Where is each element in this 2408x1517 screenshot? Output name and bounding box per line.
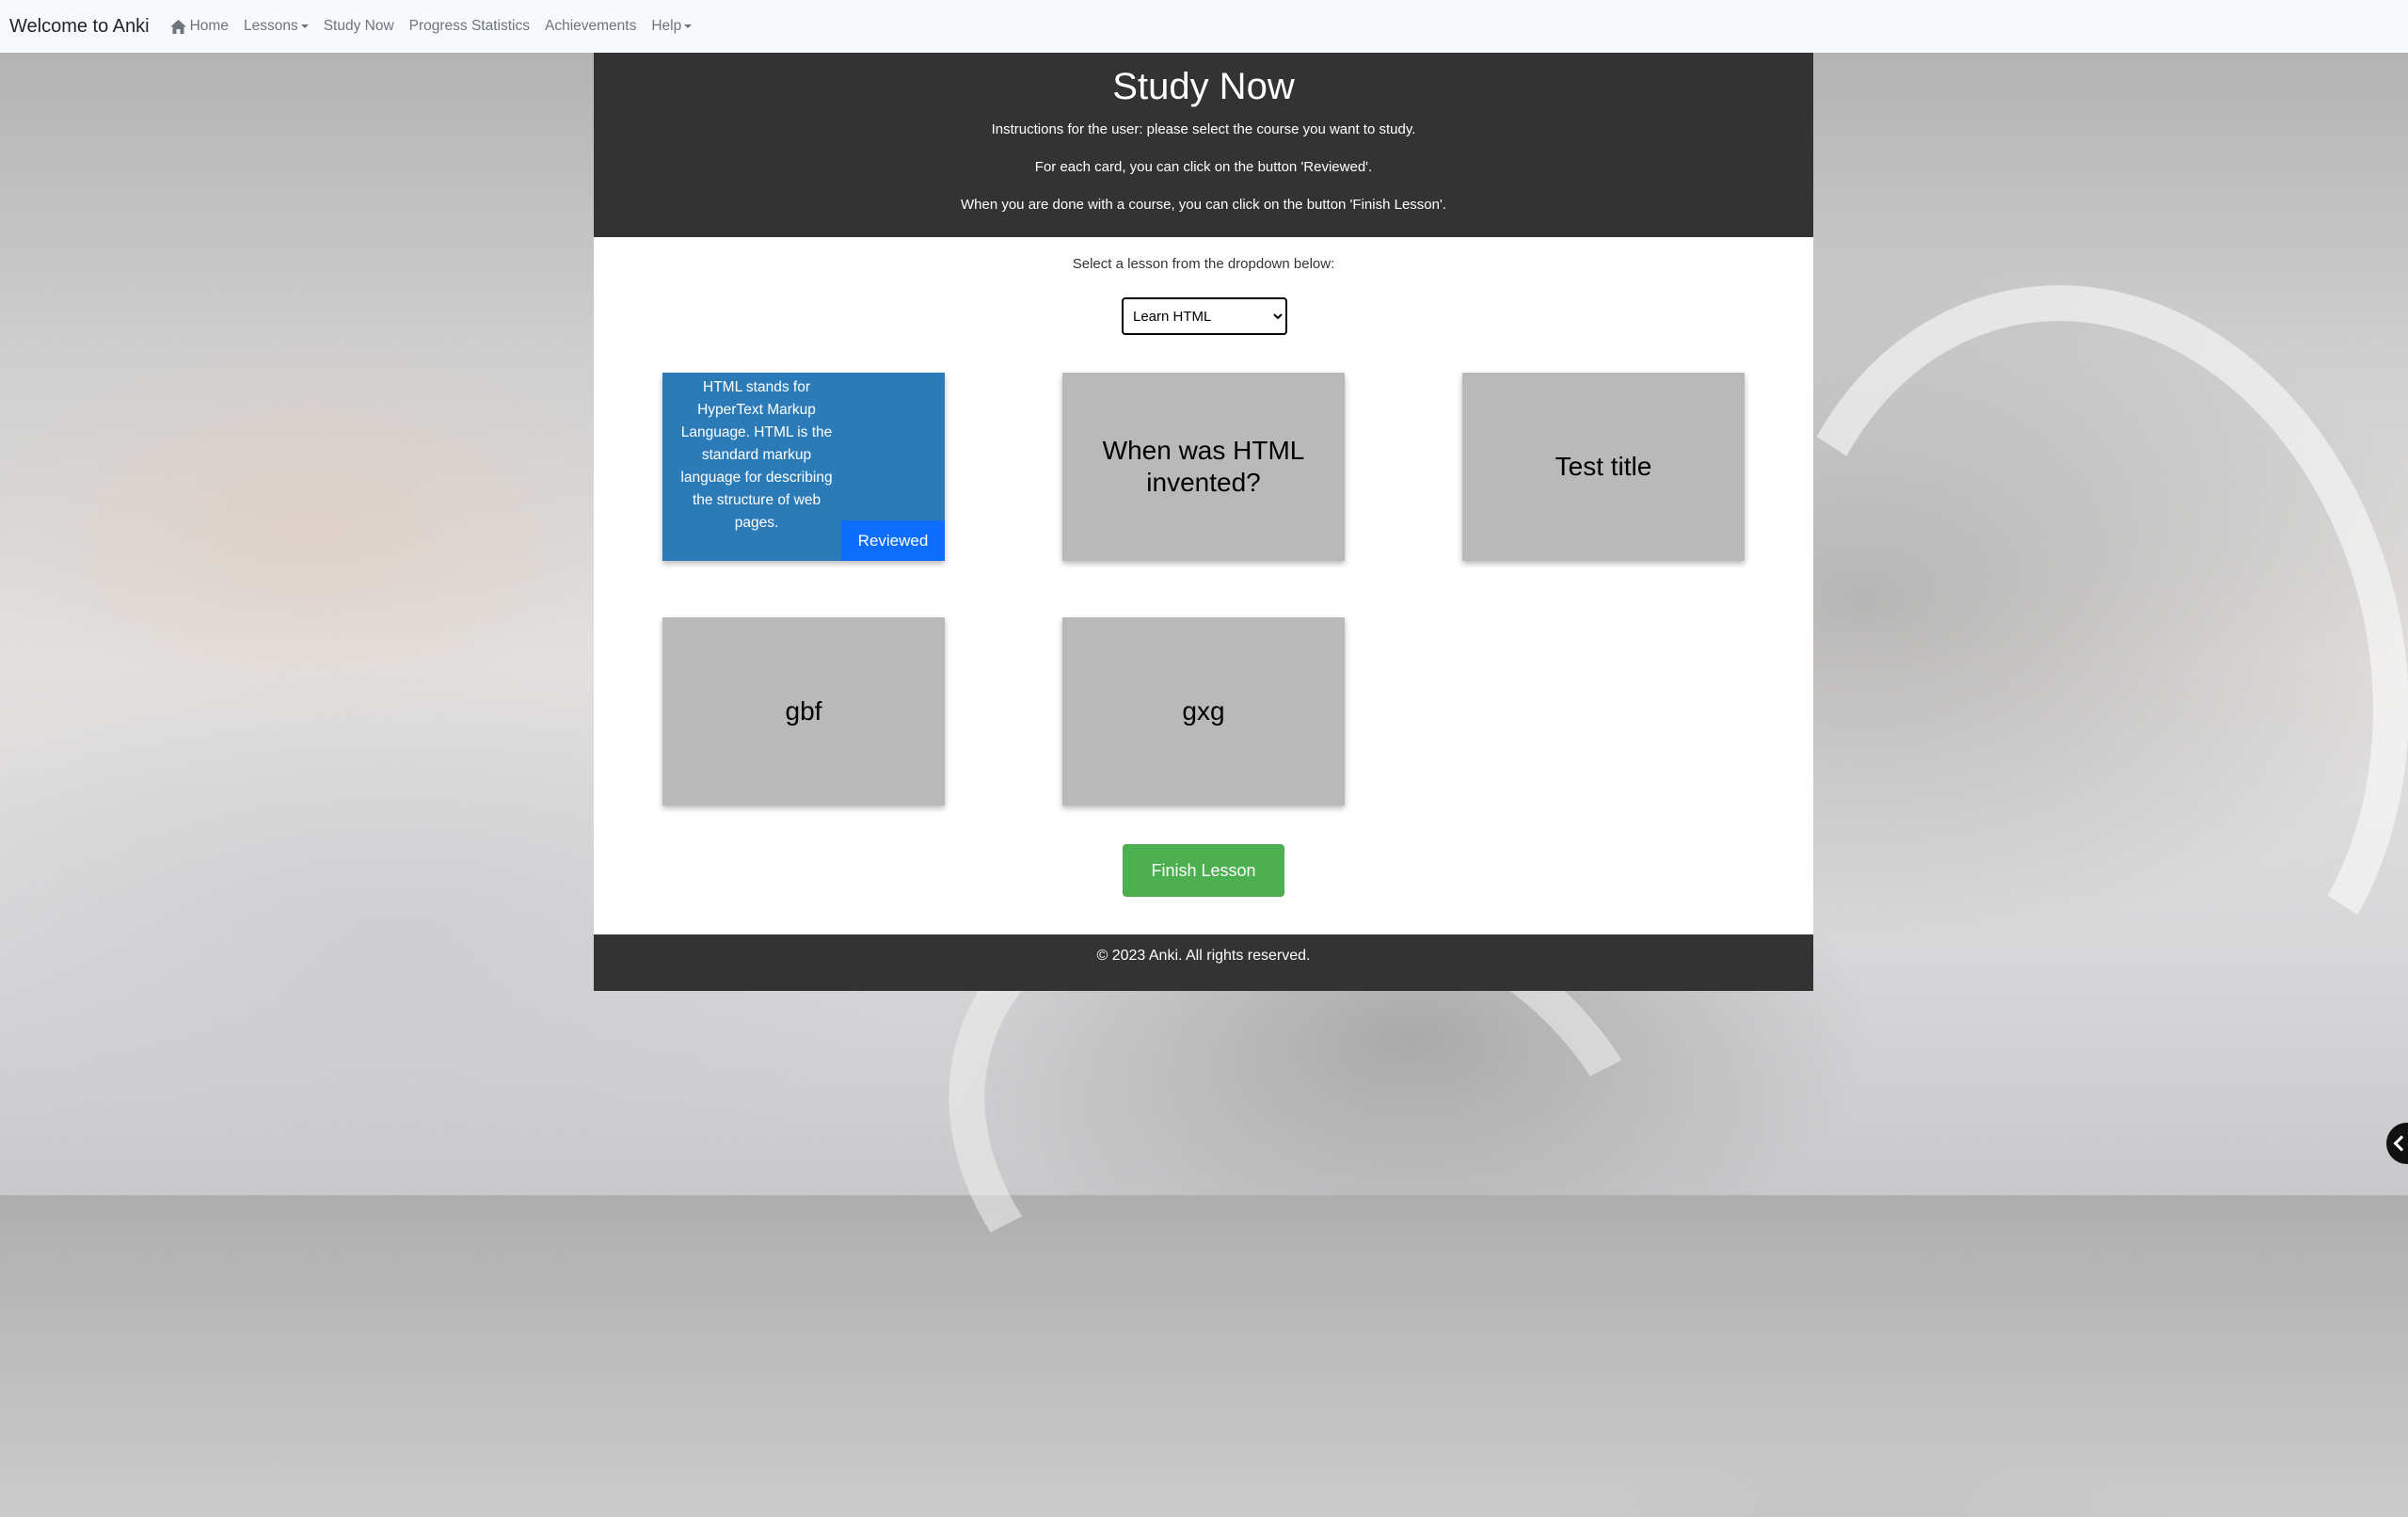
- nav-home-label: Home: [189, 18, 229, 34]
- flashcard[interactable]: When was HTML invented?: [1062, 373, 1345, 561]
- nav-achievements[interactable]: Achievements: [545, 18, 636, 35]
- nav-help[interactable]: Help: [651, 18, 693, 35]
- instruction-line: Instructions for the user: please select…: [991, 121, 1416, 137]
- study-panel: Study Now Instructions for the user: ple…: [594, 53, 1813, 991]
- lesson-select[interactable]: Learn HTML: [1122, 297, 1287, 335]
- nav-lessons[interactable]: Lessons: [244, 18, 309, 35]
- flashcard[interactable]: gbf: [662, 617, 945, 806]
- lesson-select-label: Select a lesson from the dropdown below:: [1072, 256, 1335, 272]
- flashcard-text: HTML stands for HyperText Markup Languag…: [680, 379, 833, 531]
- reviewed-button[interactable]: Reviewed: [841, 520, 945, 561]
- flashcard[interactable]: gxg: [1062, 617, 1345, 806]
- caret-down-icon: [684, 24, 693, 28]
- flashcard-text: gxg: [1182, 696, 1225, 726]
- flashcard[interactable]: Test title: [1462, 373, 1745, 561]
- nav-help-label: Help: [651, 18, 682, 34]
- instruction-line: When you are done with a course, you can…: [960, 197, 1447, 213]
- page-title: Study Now: [1112, 66, 1295, 107]
- flashcard-text: gbf: [785, 696, 822, 726]
- footer: © 2023 Anki. All rights reserved.: [594, 934, 1813, 991]
- home-icon: [169, 19, 186, 34]
- brand-title[interactable]: Welcome to Anki: [9, 16, 150, 38]
- nav-study-now[interactable]: Study Now: [324, 18, 394, 35]
- floating-action-button[interactable]: [2386, 1123, 2408, 1164]
- caret-down-icon: [300, 24, 309, 28]
- nav-home[interactable]: Home: [169, 18, 229, 35]
- instruction-line: For each card, you can click on the butt…: [1034, 159, 1373, 175]
- finish-lesson-button[interactable]: Finish Lesson: [1123, 844, 1284, 897]
- page-header: Study Now Instructions for the user: ple…: [594, 53, 1813, 237]
- flashcard-text: When was HTML invented?: [1102, 436, 1305, 497]
- flashcard[interactable]: HTML stands for HyperText Markup Languag…: [662, 373, 945, 561]
- flashcard-text: Test title: [1555, 452, 1652, 481]
- chevron-left-icon: [2393, 1135, 2408, 1152]
- nav-progress-statistics[interactable]: Progress Statistics: [409, 18, 530, 35]
- navbar: Welcome to Anki Home Lessons Study Now P…: [0, 0, 2408, 53]
- nav-lessons-label: Lessons: [243, 18, 298, 34]
